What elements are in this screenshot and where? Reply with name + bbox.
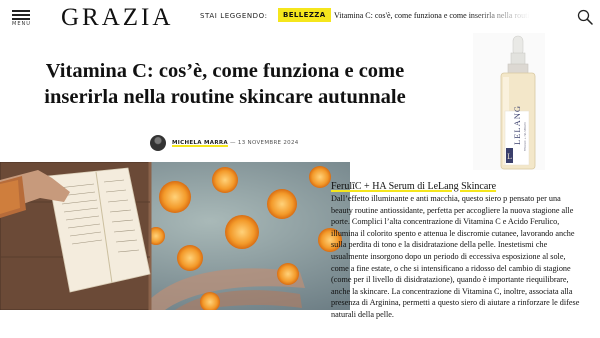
- title-fade-overlay: [470, 6, 530, 26]
- top-navigation-bar: MENU GRAZIA STAI LEGGENDO: BELLEZZA Vita…: [0, 0, 600, 34]
- author-avatar[interactable]: [150, 135, 166, 151]
- article-byline: MICHELA MARRA — 13 NOVEMBRE 2024: [150, 135, 330, 153]
- byline-separator: —: [230, 140, 236, 146]
- hamburger-menu-icon: [12, 10, 30, 12]
- product-description: Dall’effetto illuminante e anti macchia,…: [331, 194, 580, 319]
- publish-date: 13 NOVEMBRE 2024: [237, 140, 299, 146]
- bath-with-oranges-and-book-illustration: [0, 162, 350, 310]
- search-button[interactable]: [577, 9, 593, 25]
- category-badge[interactable]: BELLEZZA: [278, 8, 331, 22]
- product-subtitle-text: FERULIC + HA SERUM: [523, 123, 527, 151]
- product-image: L LELANG FERULIC + HA SERUM: [473, 33, 545, 170]
- serum-bottle-illustration: L LELANG FERULIC + HA SERUM: [500, 35, 536, 170]
- product-brand-text: LELANG: [512, 105, 522, 145]
- hero-photo: [0, 162, 350, 310]
- menu-label: MENU: [12, 21, 31, 27]
- hamburger-menu-icon-line: [12, 18, 30, 20]
- product-title-link[interactable]: FerulīC + HA Serum di LeLang Skincare: [331, 180, 496, 193]
- now-reading-label: STAI LEGGENDO:: [200, 12, 268, 20]
- byline-text: MICHELA MARRA — 13 NOVEMBRE 2024: [172, 140, 299, 146]
- site-logo[interactable]: GRAZIA: [61, 4, 173, 32]
- search-icon: [577, 9, 593, 25]
- article-title: Vitamina C: cos’è, come funziona e come …: [44, 60, 406, 108]
- svg-text:L: L: [507, 153, 512, 161]
- author-name[interactable]: MICHELA MARRA: [172, 140, 228, 146]
- hamburger-menu-icon-line: [12, 14, 30, 16]
